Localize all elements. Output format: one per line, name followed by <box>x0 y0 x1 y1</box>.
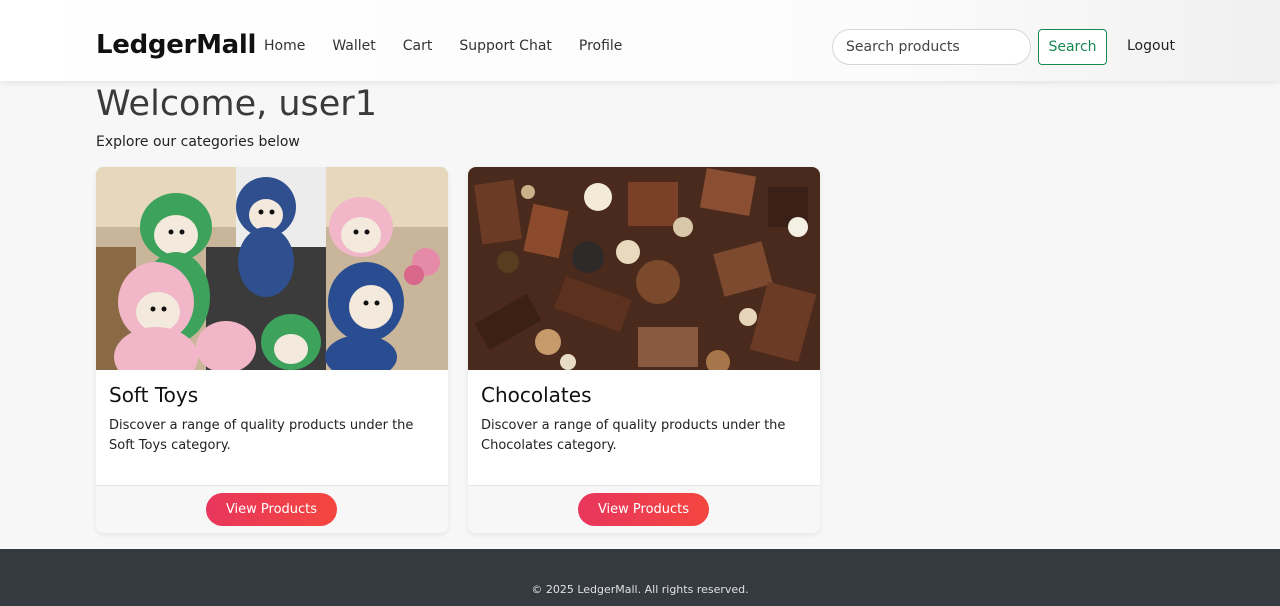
category-card-chocolates: Chocolates Discover a range of quality p… <box>468 167 820 533</box>
logout-link[interactable]: Logout <box>1127 38 1175 54</box>
nav-link-home[interactable]: Home <box>264 38 305 54</box>
navbar: LedgerMall Home Wallet Cart Support Chat… <box>0 0 1280 81</box>
page-subtitle: Explore our categories below <box>96 134 300 150</box>
category-title: Soft Toys <box>109 383 199 407</box>
brand-logo[interactable]: LedgerMall <box>96 30 256 60</box>
soft-toys-image <box>96 167 448 370</box>
page-title: Welcome, user1 <box>96 84 377 124</box>
chocolates-image <box>468 167 820 370</box>
category-card-soft-toys: Soft Toys Discover a range of quality pr… <box>96 167 448 533</box>
search-input[interactable] <box>832 29 1031 65</box>
nav-link-wallet[interactable]: Wallet <box>332 38 375 54</box>
nav-links: Home Wallet Cart Support Chat Profile <box>264 38 649 54</box>
card-footer: View Products <box>96 485 448 533</box>
category-description: Discover a range of quality products und… <box>109 418 414 453</box>
search-button[interactable]: Search <box>1038 29 1107 65</box>
nav-link-cart[interactable]: Cart <box>403 38 433 54</box>
category-title: Chocolates <box>481 383 592 407</box>
footer: © 2025 LedgerMall. All rights reserved. <box>0 549 1280 606</box>
view-products-button[interactable]: View Products <box>206 493 337 526</box>
category-description: Discover a range of quality products und… <box>481 418 786 453</box>
nav-link-profile[interactable]: Profile <box>579 38 623 54</box>
card-footer: View Products <box>468 485 820 533</box>
view-products-button[interactable]: View Products <box>578 493 709 526</box>
nav-link-support-chat[interactable]: Support Chat <box>459 38 552 54</box>
footer-copyright: © 2025 LedgerMall. All rights reserved. <box>531 583 749 596</box>
